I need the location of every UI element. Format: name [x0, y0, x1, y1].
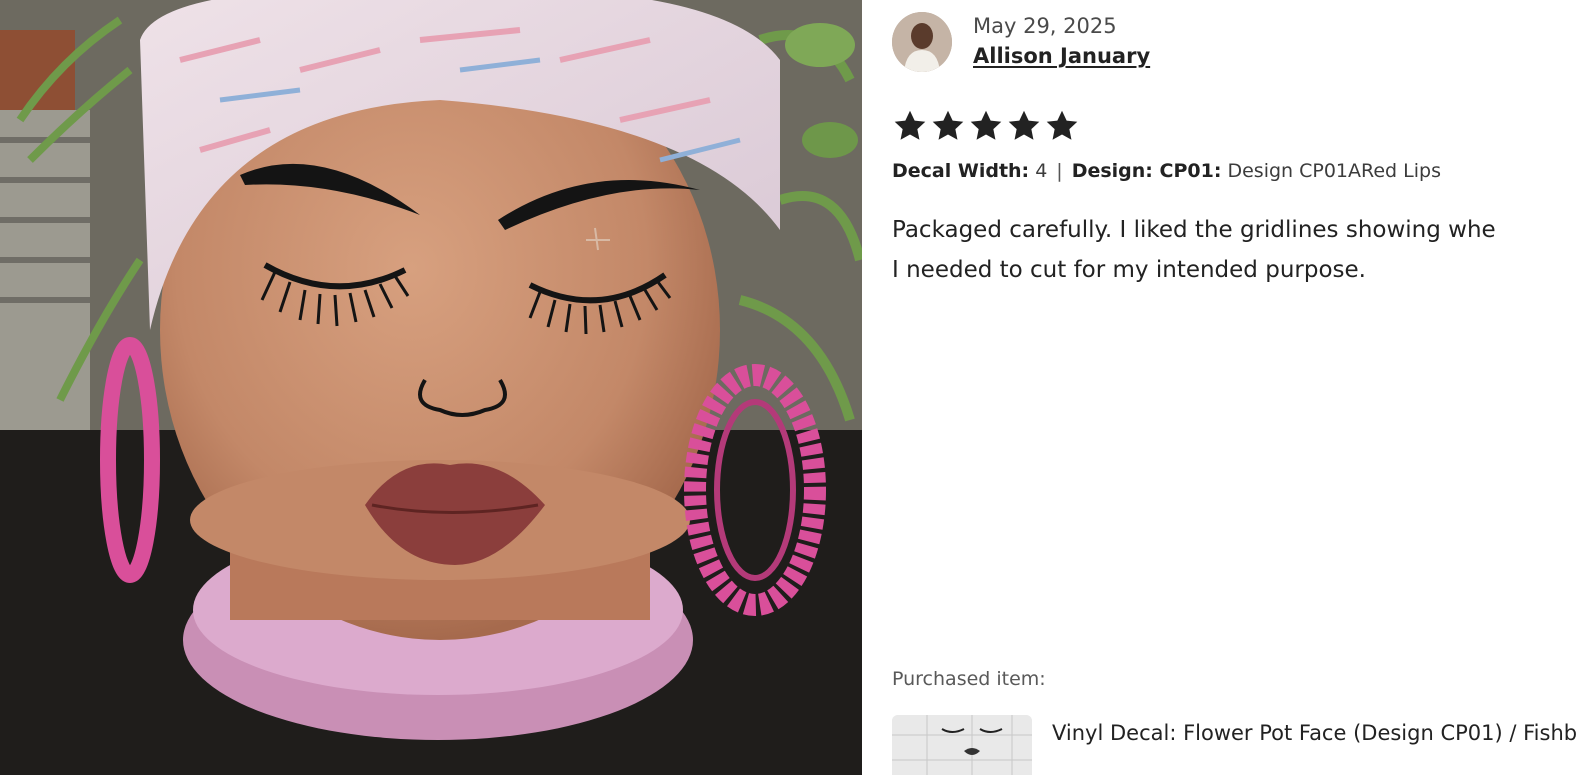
purchased-item-thumbnail[interactable]: [892, 715, 1032, 775]
purchase-variations: Decal Width: 4 | Design: CP01: Design CP01…: [892, 160, 1441, 182]
star-filled-icon: [1046, 110, 1078, 140]
star-filled-icon: [970, 110, 1002, 140]
avatar-image: [892, 12, 952, 72]
reviewer-avatar[interactable]: [892, 12, 952, 72]
review-photo-image: [0, 0, 862, 775]
star-filled-icon: [932, 110, 964, 140]
variation-label: Design: CP01:: [1071, 160, 1222, 182]
purchased-item-title-link[interactable]: Vinyl Decal: Flower Pot Face (Design CP0…: [1052, 721, 1577, 745]
purchased-item-label: Purchased item:: [892, 668, 1046, 690]
item-thumbnail-image: [892, 715, 1032, 775]
review-photo[interactable]: [0, 0, 862, 775]
star-filled-icon: [894, 110, 926, 140]
reviewer-name-link[interactable]: Allison January: [973, 44, 1150, 68]
review-text-line: Packaged carefully. I liked the gridline…: [892, 217, 1496, 243]
star-rating: [892, 108, 1080, 144]
variation-separator: |: [1056, 160, 1063, 182]
review-text-line: I needed to cut for my intended purpose.: [892, 257, 1366, 283]
variation-label: Decal Width:: [892, 160, 1030, 182]
review-card: May 29, 2025 Allison January Decal Width…: [862, 0, 1588, 775]
review-date: May 29, 2025: [973, 14, 1117, 38]
review-text: Packaged carefully. I liked the gridline…: [892, 210, 1588, 290]
variation-value: 4: [1035, 160, 1048, 182]
star-filled-icon: [1008, 110, 1040, 140]
variation-value: Design CP01ARed Lips: [1227, 160, 1441, 182]
